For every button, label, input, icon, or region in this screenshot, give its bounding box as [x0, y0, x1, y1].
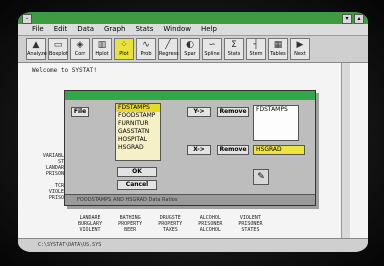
variable-list: VARIABLES STAT LANDAREA PRISONRS PI TCRI…	[22, 153, 70, 201]
y-variable-value: FDSTAMPS	[256, 106, 288, 113]
menu-window[interactable]: Window	[163, 24, 191, 35]
file-button[interactable]: File	[71, 107, 89, 117]
menu-data[interactable]: Data	[77, 24, 94, 35]
add-y-button[interactable]: Y->	[187, 107, 211, 117]
toolbar-button-spline[interactable]: ∽ Spline	[202, 38, 222, 60]
hplot-icon: ▥	[97, 40, 107, 50]
regress-icon: ╱	[165, 40, 171, 50]
variable-grid: LANDARE BURGLARY VIOLENT BATHING PROPERT…	[78, 215, 262, 233]
menu-edit[interactable]: Edit	[54, 24, 68, 35]
toolbar-button-label: Hplot	[95, 51, 109, 57]
title-bar: – ▾ ▴	[18, 12, 368, 24]
toolbar-button-label: Spline	[204, 51, 220, 57]
toolbar-button-stats[interactable]: Σ Stats	[224, 38, 244, 60]
variable-column: ALCOHOL PRISONER ALCOHOL	[198, 215, 222, 233]
vertical-scrollbar[interactable]	[341, 63, 350, 238]
maximize-icon[interactable]: ▴	[354, 14, 364, 24]
toolbar-button-analyze[interactable]: ▲ Analyze	[26, 38, 47, 60]
prob-icon: ∿	[142, 40, 150, 50]
toolbar-button-boxplot[interactable]: ▭ Boxplot	[48, 38, 68, 60]
corr-icon: ◈	[76, 40, 84, 50]
monitor-frame: – ▾ ▴ File Edit Data Graph Stats Window …	[0, 0, 384, 266]
dialog-title-bar	[65, 91, 315, 100]
ok-button[interactable]: OK	[117, 167, 157, 177]
variable-column: BATHING PROPERTY BEER	[118, 215, 142, 233]
variable-cell: VIOLENT	[79, 227, 101, 233]
variable-column: DRUGSTE PROPERTY TAXES	[158, 215, 182, 233]
list-item[interactable]: FOODSTAMP	[116, 112, 160, 120]
toolbar-button-label: Corr	[74, 51, 86, 57]
toolbar: ▲ Analyze ▭ Boxplot ◈ Corr ▥ Hplot ⁘ Plot ∿ Prob ╱ Re…	[18, 36, 368, 63]
toolbar-button-spar[interactable]: ◐ Spar	[180, 38, 200, 60]
plot-dialog: File FDSTAMPS FOODSTAMP FURNITUR GASSTAT…	[64, 90, 316, 206]
variable-listbox[interactable]: FDSTAMPS FOODSTAMP FURNITUR GASSTATN HOS…	[115, 103, 161, 161]
toolbar-button-regress[interactable]: ╱ Regress	[158, 38, 179, 60]
cancel-button[interactable]: Cancel	[117, 180, 157, 190]
stats-icon: Σ	[231, 40, 237, 50]
screen: – ▾ ▴ File Edit Data Graph Stats Window …	[18, 12, 368, 252]
list-item[interactable]: FDSTAMPS	[116, 104, 160, 112]
toolbar-button-stem[interactable]: ┤ Stem	[246, 38, 266, 60]
toolbar-button-hplot[interactable]: ▥ Hplot	[92, 38, 112, 60]
toolbar-button-label: Spar	[184, 51, 196, 57]
remove-y-button[interactable]: Remove	[217, 107, 249, 117]
toolbar-button-label: Stats	[227, 51, 241, 57]
menu-help[interactable]: Help	[201, 24, 217, 35]
toolbar-button-label: Prob	[140, 51, 152, 57]
list-item[interactable]: HOSPITAL	[116, 136, 160, 144]
toolbar-button-label: Tables	[270, 51, 286, 57]
plot-icon: ⁘	[120, 40, 128, 50]
variable-cell: ALCOHOL	[199, 227, 221, 233]
tables-icon: ▦	[273, 40, 283, 50]
toolbar-button-prob[interactable]: ∿ Prob	[136, 38, 156, 60]
welcome-text: Welcome to SYSTAT!	[32, 67, 98, 74]
y-variable-box[interactable]: FDSTAMPS	[253, 105, 299, 141]
spline-icon: ∽	[208, 40, 216, 50]
minimize-icon[interactable]: ▾	[342, 14, 352, 24]
menu-file[interactable]: File	[32, 24, 44, 35]
toolbar-button-label: Plot	[119, 51, 129, 57]
add-x-button[interactable]: X->	[187, 145, 211, 155]
toolbar-button-corr[interactable]: ◈ Corr	[70, 38, 90, 60]
toolbar-button-label: Next	[294, 51, 306, 57]
toolbar-button-label: Analyze	[27, 51, 47, 57]
variable-cell: TAXES	[162, 227, 178, 233]
menu-bar: File Edit Data Graph Stats Window Help	[18, 24, 368, 36]
options-icon[interactable]: ✎	[253, 169, 269, 185]
toolbar-button-tables[interactable]: ▦ Tables	[268, 38, 288, 60]
variable-item: PRISONR	[48, 195, 70, 201]
remove-x-button[interactable]: Remove	[217, 145, 249, 155]
stem-icon: ┤	[253, 40, 259, 50]
toolbar-button-label: Stem	[249, 51, 263, 57]
list-item[interactable]: FURNITUR	[116, 120, 160, 128]
list-item[interactable]: HSGRAD	[116, 144, 160, 152]
boxplot-icon: ▭	[53, 40, 63, 50]
dialog-status: FOODSTAMPS AND HSGRAD Data Ratios	[65, 194, 315, 205]
status-bar: C:\SYSTAT\DATA\US.SYS	[18, 238, 368, 252]
list-item[interactable]: GASSTATN	[116, 128, 160, 136]
analyze-icon: ▲	[32, 40, 40, 50]
menu-graph[interactable]: Graph	[104, 24, 125, 35]
spar-icon: ◐	[186, 40, 194, 50]
variable-cell: BEER	[124, 227, 137, 233]
variable-column: VIOLENT PRISONER STATES	[238, 215, 262, 233]
toolbar-button-next[interactable]: ▶ Next	[290, 38, 310, 60]
x-variable-field[interactable]: HSGRAD	[253, 145, 305, 155]
toolbar-button-label: Regress	[159, 51, 179, 57]
toolbar-button-plot[interactable]: ⁘ Plot	[114, 38, 134, 60]
variable-column: LANDARE BURGLARY VIOLENT	[78, 215, 102, 233]
system-menu-icon[interactable]: –	[22, 14, 32, 24]
next-icon: ▶	[296, 40, 304, 50]
toolbar-button-label: Boxplot	[49, 51, 68, 57]
menu-stats[interactable]: Stats	[135, 24, 153, 35]
variable-cell: STATES	[241, 227, 260, 233]
